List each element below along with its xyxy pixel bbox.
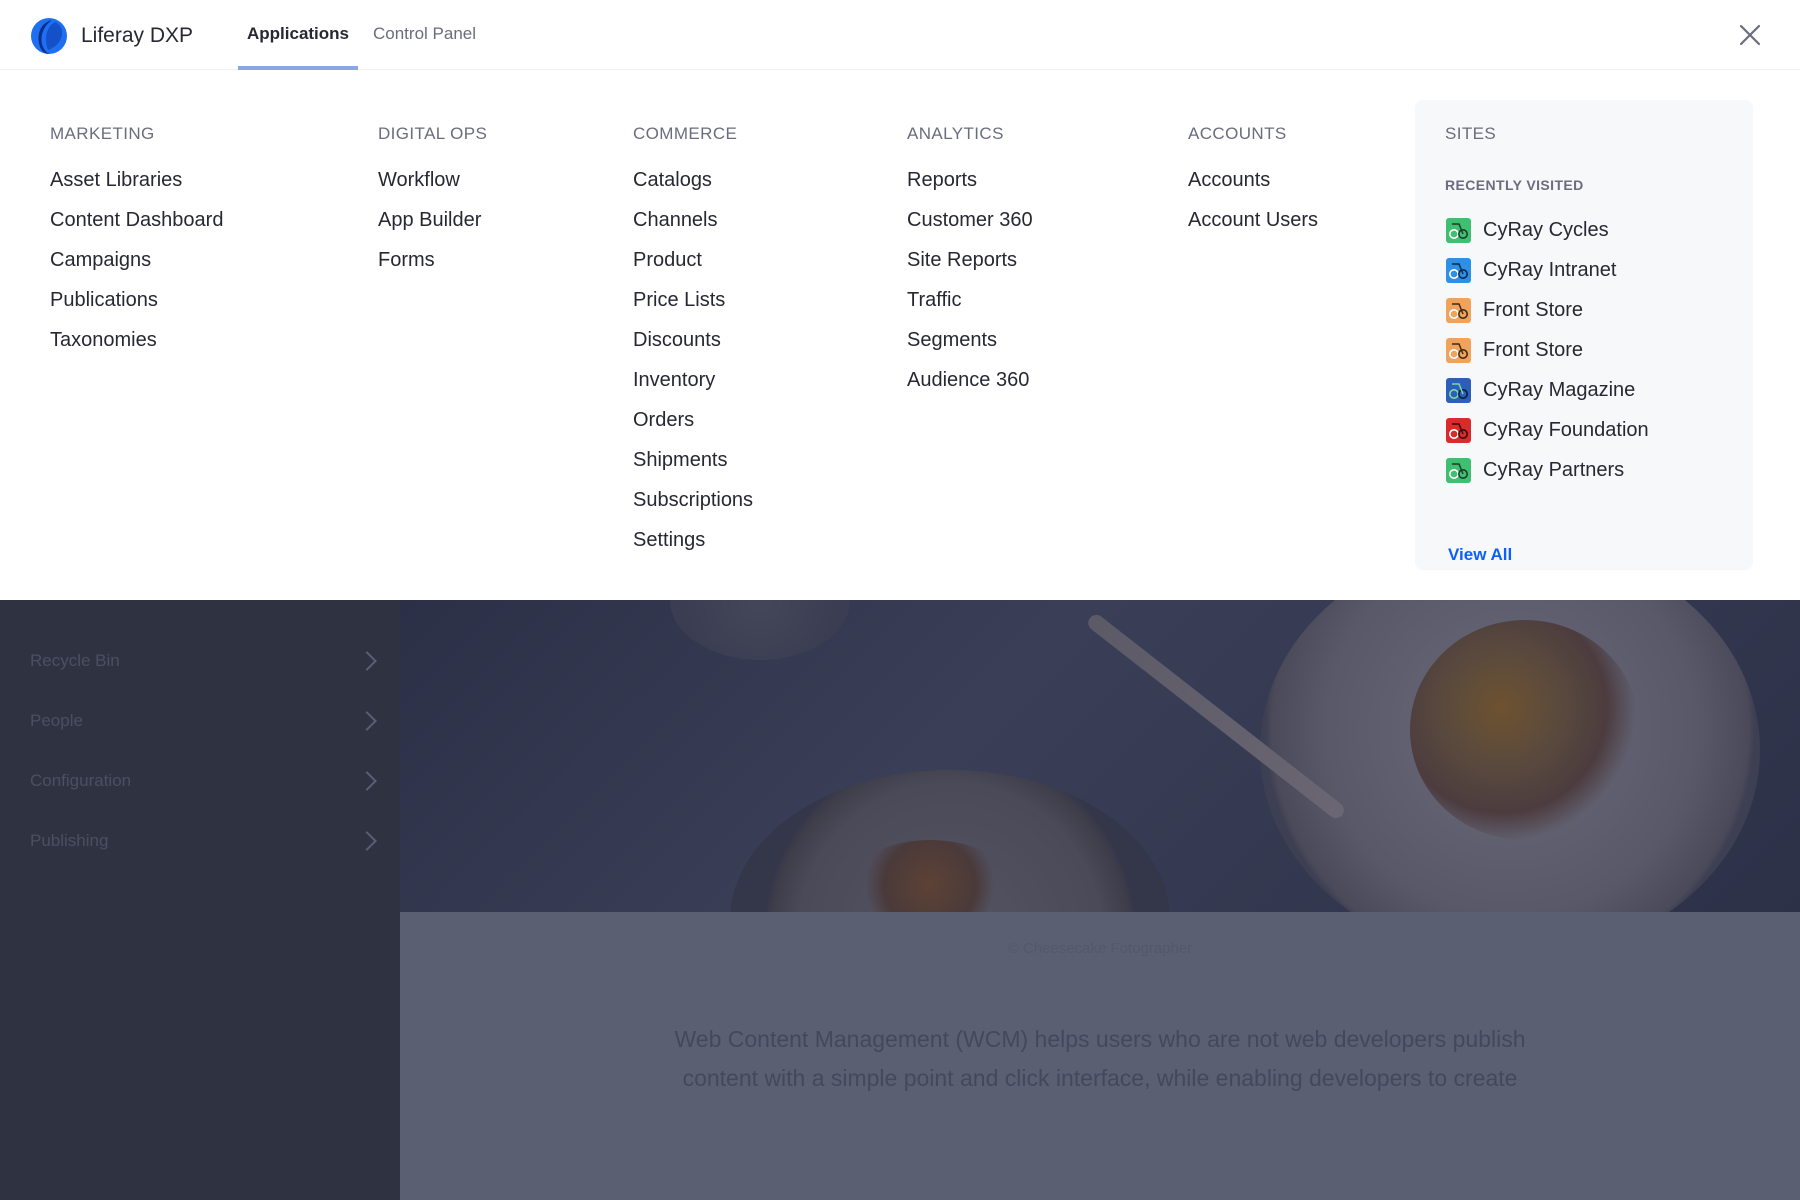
product-menu-sidebar: Recycle Bin People Configuration Publish… — [0, 600, 400, 1200]
menu-item-list: Workflow App Builder Forms — [378, 169, 481, 289]
menu-item-content-dashboard[interactable]: Content Dashboard — [50, 209, 223, 249]
site-name: CyRay Intranet — [1483, 258, 1617, 281]
menu-item-workflow[interactable]: Workflow — [378, 169, 481, 209]
view-all-link[interactable]: View All — [1448, 545, 1512, 565]
site-item-cyray-partners[interactable]: CyRay Partners — [1446, 450, 1649, 490]
column-heading: COMMERCE — [633, 124, 738, 143]
menu-item-forms[interactable]: Forms — [378, 249, 481, 289]
menu-item-app-builder[interactable]: App Builder — [378, 209, 481, 249]
menu-item-channels[interactable]: Channels — [633, 209, 753, 249]
chevron-right-icon — [357, 771, 377, 791]
menu-item-reports[interactable]: Reports — [907, 169, 1033, 209]
site-name: Front Store — [1483, 338, 1584, 361]
menu-item-list: Asset Libraries Content Dashboard Campai… — [50, 169, 223, 369]
site-item-cyray-intranet[interactable]: CyRay Intranet — [1446, 250, 1649, 290]
liferay-logo-icon — [31, 18, 67, 54]
site-name: CyRay Partners — [1483, 458, 1625, 481]
sites-heading: SITES — [1445, 124, 1497, 143]
site-name: CyRay Magazine — [1483, 378, 1636, 401]
recently-visited-label: RECENTLY VISITED — [1445, 177, 1584, 193]
applications-menu-panel: MARKETING Asset Libraries Content Dashbo… — [0, 70, 1800, 600]
site-bicycle-icon — [1446, 257, 1471, 283]
sidebar-item-recycle-bin[interactable]: Recycle Bin — [30, 646, 380, 676]
menu-item-campaigns[interactable]: Campaigns — [50, 249, 223, 289]
main-content: © Cheesecake Fotographer Web Content Man… — [400, 600, 1800, 1200]
column-heading: ANALYTICS — [907, 124, 1004, 143]
menu-item-subscriptions[interactable]: Subscriptions — [633, 489, 753, 529]
site-bicycle-icon — [1446, 217, 1471, 243]
jar-shape — [670, 600, 850, 660]
site-name: CyRay Foundation — [1483, 418, 1649, 441]
photo-credit: © Cheesecake Fotographer — [1007, 940, 1193, 957]
menu-item-discounts[interactable]: Discounts — [633, 329, 753, 369]
site-item-cyray-cycles[interactable]: CyRay Cycles — [1446, 210, 1649, 250]
site-bicycle-icon — [1446, 337, 1471, 363]
menu-item-orders[interactable]: Orders — [633, 409, 753, 449]
column-heading: MARKETING — [50, 124, 155, 143]
close-icon[interactable] — [1735, 20, 1765, 50]
site-name: Front Store — [1483, 298, 1584, 321]
chevron-right-icon — [357, 831, 377, 851]
menu-item-inventory[interactable]: Inventory — [633, 369, 753, 409]
sidebar-item-label: People — [30, 711, 83, 730]
plate-shape — [1260, 600, 1760, 912]
sidebar-item-label: Configuration — [30, 771, 132, 790]
site-bicycle-icon — [1446, 417, 1471, 443]
background-page: Recycle Bin People Configuration Publish… — [0, 600, 1800, 1200]
column-heading: ACCOUNTS — [1188, 124, 1287, 143]
tab-control-panel[interactable]: Control Panel — [364, 24, 485, 70]
hero-photo — [400, 600, 1800, 912]
site-item-cyray-magazine[interactable]: CyRay Magazine — [1446, 370, 1649, 410]
site-item-cyray-foundation[interactable]: CyRay Foundation — [1446, 410, 1649, 450]
bowl-shape — [730, 770, 1170, 912]
site-bicycle-icon — [1446, 457, 1471, 483]
recent-sites-list: CyRay Cycles CyRay Intranet Front Store … — [1446, 210, 1649, 490]
menu-item-product[interactable]: Product — [633, 249, 753, 289]
sidebar-item-people[interactable]: People — [30, 706, 380, 736]
menu-item-list: Catalogs Channels Product Price Lists Di… — [633, 169, 753, 569]
description-text: Web Content Management (WCM) helps users… — [674, 1026, 1526, 1091]
site-name: CyRay Cycles — [1483, 218, 1609, 241]
menu-item-site-reports[interactable]: Site Reports — [907, 249, 1033, 289]
sites-panel: SITES RECENTLY VISITED CyRay Cycles CyRa… — [1415, 100, 1753, 570]
chevron-right-icon — [357, 651, 377, 671]
site-item-front-store[interactable]: Front Store — [1446, 330, 1649, 370]
sidebar-item-label: Recycle Bin — [30, 651, 120, 670]
menu-item-account-users[interactable]: Account Users — [1188, 209, 1318, 249]
menu-item-list: Accounts Account Users — [1188, 169, 1318, 249]
sidebar-item-configuration[interactable]: Configuration — [30, 766, 380, 796]
menu-item-list: Reports Customer 360 Site Reports Traffi… — [907, 169, 1033, 409]
applications-menu-header: Liferay DXP Applications Control Panel — [0, 0, 1800, 70]
menu-item-settings[interactable]: Settings — [633, 529, 753, 569]
site-bicycle-icon — [1446, 297, 1471, 323]
menu-item-shipments[interactable]: Shipments — [633, 449, 753, 489]
menu-item-publications[interactable]: Publications — [50, 289, 223, 329]
sidebar-item-label: Publishing — [30, 831, 109, 850]
menu-item-segments[interactable]: Segments — [907, 329, 1033, 369]
chevron-right-icon — [357, 711, 377, 731]
menu-item-taxonomies[interactable]: Taxonomies — [50, 329, 223, 369]
site-bicycle-icon — [1446, 377, 1471, 403]
menu-item-asset-libraries[interactable]: Asset Libraries — [50, 169, 223, 209]
tab-applications[interactable]: Applications — [238, 24, 359, 70]
column-heading: DIGITAL OPS — [378, 124, 488, 143]
menu-item-customer-360[interactable]: Customer 360 — [907, 209, 1033, 249]
menu-item-traffic[interactable]: Traffic — [907, 289, 1033, 329]
menu-item-catalogs[interactable]: Catalogs — [633, 169, 753, 209]
sidebar-item-publishing[interactable]: Publishing — [30, 826, 380, 856]
brand-title: Liferay DXP — [81, 24, 194, 47]
menu-item-price-lists[interactable]: Price Lists — [633, 289, 753, 329]
site-item-front-store[interactable]: Front Store — [1446, 290, 1649, 330]
menu-item-accounts[interactable]: Accounts — [1188, 169, 1318, 209]
menu-item-audience-360[interactable]: Audience 360 — [907, 369, 1033, 409]
